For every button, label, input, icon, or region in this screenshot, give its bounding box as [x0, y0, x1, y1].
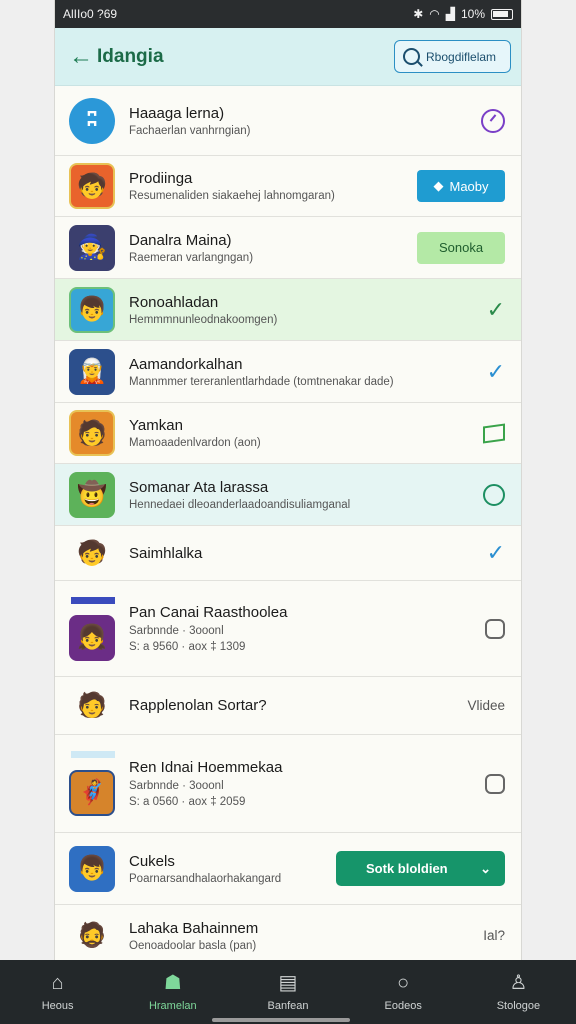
status-time: AlIIo0 ?69: [63, 7, 118, 21]
checkbox-icon[interactable]: [485, 773, 505, 794]
list-item-title: Danalra Maina): [129, 231, 232, 249]
list-item-title: Lahaka Bahainnem: [129, 919, 259, 937]
game-avatar-icon: 🧝: [69, 348, 115, 395]
list-item-subtitle: Poarnarsandhalaorhakangard: [129, 872, 282, 885]
list-item-title: Aamandorkalhan: [129, 355, 243, 373]
search-button-label: Rbogdiflelam: [426, 49, 497, 64]
list-item-title: Rapplenolan Sortar?: [129, 697, 267, 714]
diamond-icon: ◆: [433, 178, 444, 193]
list-item-subtitle: Raemeran varlangngan): [129, 251, 254, 264]
app-logo-icon: ʭ: [69, 97, 115, 144]
list-item-title: Somanar Ata larassa: [129, 478, 269, 496]
color-strip: [71, 751, 115, 758]
game-avatar-icon: 🦸: [69, 769, 115, 816]
list-item-subtitle: Fachaerlan vanhrngian): [129, 124, 251, 137]
list-item[interactable]: 👦 Cukels Poarnarsandhalaorhakangard Sotk…: [55, 833, 521, 905]
search-button[interactable]: Rbogdiflelam: [394, 40, 511, 73]
game-avatar-icon: 🧒: [77, 539, 107, 567]
clock-icon[interactable]: [481, 108, 505, 133]
checkbox-icon[interactable]: [485, 618, 505, 639]
clipboard-icon: ▤: [278, 972, 298, 994]
list-item-subtitle: Resumenaliden siakaehej lahnomgaran): [129, 190, 335, 202]
list-item-subtitle: Oenoadoolar basla (pan): [129, 939, 257, 952]
flag-icon[interactable]: [483, 422, 505, 444]
list-item[interactable]: 🧙 Danalra Maina) Raemeran varlangngan) S…: [55, 217, 521, 279]
list-item-title: Haaaga lerna): [129, 104, 225, 122]
nav-item-people[interactable]: ☗ Hramelan: [115, 960, 230, 1024]
list-item-title: Ren Idnai Hoemmekaa: [129, 759, 283, 776]
bottom-navigation: ⌂ Heous ☗ Hramelan ▤ Banfean ○ Eodeos ♙ …: [0, 960, 576, 1024]
list-item-meta: Sarbnnde · 3ooonl: [129, 625, 224, 637]
list-item-title: Prodiinga: [129, 170, 193, 187]
phone-screen: AlIIo0 ?69 ✱ ◠ ▟ 10% ← Idangia Rbogdifle…: [54, 0, 522, 960]
list-item[interactable]: 🦸 Ren Idnai Hoemmekaa Sarbnnde · 3ooonl …: [55, 735, 521, 833]
status-bar: AlIIo0 ?69 ✱ ◠ ▟ 10%: [55, 0, 521, 28]
game-avatar-icon: 🧙: [69, 224, 115, 271]
nav-item-search[interactable]: ○ Eodeos: [346, 960, 461, 1024]
ring-icon[interactable]: [483, 483, 505, 506]
color-strip: [71, 597, 115, 604]
wifi-icon: ◠: [429, 7, 440, 21]
search-icon: ○: [397, 972, 410, 994]
list-item-subtitle: Hemmmnunleodnakoomgen): [129, 313, 278, 326]
row-action-link[interactable]: Vlidee: [467, 698, 505, 713]
list-item-title: Ronoahladan: [129, 293, 219, 311]
action-button[interactable]: ◆ Maoby: [417, 170, 505, 202]
chevron-down-icon: ⌄: [480, 860, 491, 876]
nav-item-home[interactable]: ⌂ Heous: [0, 960, 115, 1024]
list-item[interactable]: 🧒 Prodiinga Resumenaliden siakaehej lahn…: [55, 156, 521, 217]
nav-item-clipboard[interactable]: ▤ Banfean: [230, 960, 345, 1024]
list-item[interactable]: 🧝 Aamandorkalhan Mannmmer tereranlentlar…: [55, 341, 521, 403]
list-item-meta: S: a 0560 · aox ‡ 2059: [129, 796, 246, 808]
list-item[interactable]: 👦 Ronoahladan Hemmmnunleodnakoomgen) ✓: [55, 279, 521, 341]
game-avatar-icon: 🧑: [77, 692, 107, 719]
list-item-meta: S: a 9560 · aox ‡ 1309: [129, 641, 246, 653]
page-title: Idangia: [97, 45, 164, 67]
game-avatar-icon: 👦: [69, 845, 115, 892]
game-avatar-icon: 🧑: [69, 410, 115, 456]
search-icon: [403, 48, 420, 65]
action-button[interactable]: Sonoka: [417, 231, 505, 264]
home-indicator[interactable]: [212, 1018, 350, 1022]
back-arrow-icon[interactable]: ←: [69, 43, 97, 71]
list-item[interactable]: ʭ Haaaga lerna) Fachaerlan vanhrngian): [55, 86, 521, 156]
game-avatar-icon: 🧒: [69, 163, 115, 209]
nav-item-profile[interactable]: ♙ Stologoe: [461, 960, 576, 1024]
game-avatar-icon: 👦: [69, 286, 115, 333]
list-item[interactable]: 🧒 Saimhlalka ✓: [55, 526, 521, 581]
battery-label: 10%: [460, 7, 485, 21]
game-avatar-icon: 🤠: [69, 471, 115, 518]
list-item-title: Saimhlalka: [129, 544, 203, 562]
list-item-subtitle: Hennedaei dleoanderlaadoandisuliamganal: [129, 498, 351, 511]
home-icon: ⌂: [51, 972, 64, 994]
people-icon: ☗: [163, 972, 182, 994]
list-item[interactable]: 🧑 Rapplenolan Sortar? Vlidee: [55, 677, 521, 735]
list-item-subtitle: Mannmmer tereranlentlarhdade (tomtnenaka…: [129, 375, 394, 388]
profile-icon: ♙: [509, 972, 528, 994]
list-item[interactable]: 🧑 Yamkan Mamoaadenlvardon (aon): [55, 403, 521, 464]
game-avatar-icon: 🧔: [77, 922, 107, 949]
list-item-title: Yamkan: [129, 417, 183, 434]
list-item-title: Cukels: [129, 852, 175, 870]
list-item[interactable]: 🧔 Lahaka Bahainnem Oenoadoolar basla (pa…: [55, 905, 521, 960]
row-action-link[interactable]: Ial?: [483, 928, 505, 943]
check-icon[interactable]: ✓: [487, 359, 505, 385]
bluetooth-icon: ✱: [413, 7, 424, 21]
list-item[interactable]: 🤠 Somanar Ata larassa Hennedaei dleoande…: [55, 464, 521, 526]
check-icon[interactable]: ✓: [487, 540, 505, 566]
list-item-meta: Sarbnnde · 3ooonl: [129, 780, 224, 792]
dropdown-button[interactable]: Sotk bloldien ⌄: [336, 851, 505, 886]
list-item[interactable]: 👧 Pan Canai Raasthoolea Sarbnnde · 3ooon…: [55, 581, 521, 677]
game-avatar-icon: 👧: [69, 614, 115, 661]
list-item-subtitle: Mamoaadenlvardon (aon): [129, 437, 261, 449]
check-icon[interactable]: ✓: [487, 297, 505, 323]
list-item-title: Pan Canai Raasthoolea: [129, 604, 288, 621]
battery-icon: [491, 8, 513, 20]
app-bar: ← Idangia Rbogdiflelam: [55, 28, 521, 86]
signal-icon: ▟: [445, 7, 455, 21]
